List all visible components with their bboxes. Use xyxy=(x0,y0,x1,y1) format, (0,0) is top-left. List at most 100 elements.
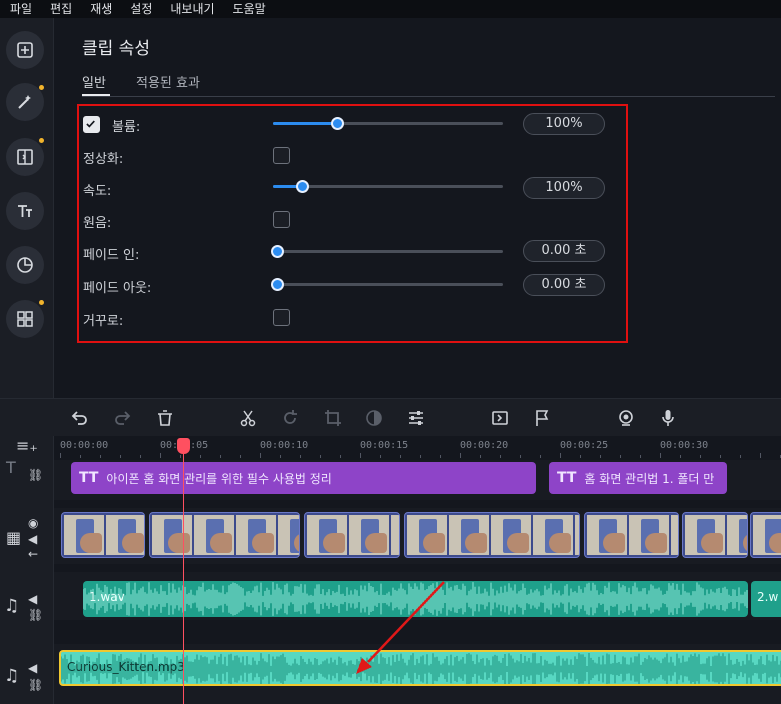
transitions-button[interactable] xyxy=(6,138,44,176)
fade-out-value[interactable]: 0.00 초 xyxy=(523,274,605,296)
ruler-tick xyxy=(360,453,361,458)
ruler-tick xyxy=(80,455,81,458)
fade-in-slider[interactable] xyxy=(271,245,503,258)
original-audio-checkbox[interactable] xyxy=(273,211,290,228)
fade-out-slider-knob[interactable] xyxy=(271,278,284,291)
normalize-checkbox[interactable] xyxy=(273,147,290,164)
ruler-tick xyxy=(480,455,481,458)
video-thumbnail xyxy=(152,515,192,555)
fade-in-value[interactable]: 0.00 초 xyxy=(523,240,605,262)
video-thumbnail xyxy=(727,515,747,555)
webcam-button[interactable] xyxy=(616,408,636,428)
ruler-tick xyxy=(140,455,141,458)
color-adjust-button[interactable] xyxy=(364,408,384,428)
video-thumbnail xyxy=(587,515,627,555)
volume-slider[interactable] xyxy=(273,117,503,130)
menu-settings[interactable]: 설정 xyxy=(130,0,152,18)
filters-button[interactable] xyxy=(6,83,44,121)
stickers-button[interactable] xyxy=(6,246,44,284)
video-clip[interactable] xyxy=(304,512,400,558)
ruler-tick xyxy=(700,455,701,458)
speed-slider-knob[interactable] xyxy=(296,180,309,193)
video-clip[interactable] xyxy=(149,512,300,558)
insert-button[interactable] xyxy=(490,408,510,428)
link-off-icon[interactable]: ⛓ xyxy=(28,608,43,622)
video-clip[interactable] xyxy=(404,512,580,558)
voiceover-button[interactable] xyxy=(658,408,678,428)
more-tools-button[interactable] xyxy=(6,300,44,338)
marker-button[interactable] xyxy=(532,408,552,428)
reverse-checkbox[interactable] xyxy=(273,309,290,326)
fade-out-slider[interactable] xyxy=(271,278,503,291)
ruler-tick xyxy=(660,453,661,458)
track-headers: ≡₊ T ⛓ ◉ ▦ ◀ ← ♫ ◀ ⛓ ♫ ◀ ⛓ xyxy=(0,436,54,704)
video-clip[interactable] xyxy=(682,512,748,558)
menu-edit[interactable]: 편집 xyxy=(50,0,72,18)
video-thumbnail xyxy=(278,515,299,555)
ruler-time-label: 00:00:00 xyxy=(60,440,109,451)
add-file-icon xyxy=(17,42,33,58)
volume-icon[interactable]: ◀ xyxy=(28,661,37,675)
title-clip-icon: TT xyxy=(79,470,99,486)
title-clip[interactable]: TT 아이폰 홈 화면 관리를 위한 필수 사용법 정리 xyxy=(71,462,536,494)
fade-in-slider-knob[interactable] xyxy=(271,245,284,258)
menu-help[interactable]: 도움말 xyxy=(233,0,266,18)
fade-in-label: 페이드 인: xyxy=(83,248,140,263)
rotate-button[interactable] xyxy=(280,408,300,428)
music-clip[interactable]: Curious_Kitten.mp3 xyxy=(59,650,781,686)
video-clip[interactable] xyxy=(750,512,781,558)
menu-file[interactable]: 파일 xyxy=(10,0,32,18)
crop-button[interactable] xyxy=(323,408,343,428)
tool-sidebar xyxy=(0,18,54,398)
speed-value[interactable]: 100% xyxy=(523,177,605,199)
speed-slider[interactable] xyxy=(273,180,503,193)
volume-checkbox[interactable] xyxy=(83,116,100,133)
visibility-icon[interactable]: ◉ xyxy=(28,516,38,530)
link-off-icon[interactable]: ⛓ xyxy=(28,678,43,692)
clip-properties-button[interactable] xyxy=(406,408,426,428)
playhead-handle[interactable] xyxy=(177,438,190,454)
video-clip[interactable] xyxy=(61,512,145,558)
music-note-icon: ♫ xyxy=(4,666,20,686)
microphone-icon xyxy=(662,410,674,426)
add-track-icon[interactable]: ≡₊ xyxy=(16,436,38,455)
audio-clip[interactable]: 2.w xyxy=(751,581,781,617)
menu-export[interactable]: 내보내기 xyxy=(170,0,214,18)
ruler-time-label: 00:00:10 xyxy=(260,440,309,451)
grid-icon xyxy=(17,311,33,327)
volume-slider-knob[interactable] xyxy=(331,117,344,130)
undo-button[interactable] xyxy=(70,408,90,428)
link-off-icon[interactable]: ⛓ xyxy=(28,468,43,482)
menu-playback[interactable]: 재생 xyxy=(90,0,112,18)
video-track-icon: ▦ xyxy=(6,528,22,547)
ruler-tick xyxy=(760,453,761,458)
redo-button[interactable] xyxy=(112,408,132,428)
volume-value[interactable]: 100% xyxy=(523,113,605,135)
tabs-divider xyxy=(82,96,775,97)
title-clip[interactable]: TT 홈 화면 관리법 1. 폴더 만 xyxy=(549,462,727,494)
undo-icon xyxy=(71,411,87,425)
titles-button[interactable] xyxy=(6,192,44,230)
video-thumbnail xyxy=(671,515,678,555)
ruler-tick xyxy=(60,453,61,458)
delete-button[interactable] xyxy=(155,408,175,428)
trash-icon xyxy=(158,410,172,426)
notification-dot xyxy=(39,300,44,305)
cut-button[interactable] xyxy=(238,408,258,428)
crop-icon xyxy=(325,410,341,426)
app-window: 파일 편집 재생 설정 내보내기 도움말 클립 속성 일반 적용된 효과 볼륨:… xyxy=(0,0,781,704)
time-ruler[interactable]: 00:00:0000:00:0500:00:1000:00:1500:00:20… xyxy=(54,436,781,458)
ruler-tick xyxy=(600,455,601,458)
video-thumbnail xyxy=(106,515,144,555)
timeline[interactable]: ≡₊ T ⛓ ◉ ▦ ◀ ← ♫ ◀ ⛓ ♫ ◀ ⛓ 00:00:00 00:00… xyxy=(0,436,781,704)
playhead-line[interactable] xyxy=(183,446,184,704)
ruler-tick xyxy=(300,455,301,458)
video-clip[interactable] xyxy=(584,512,679,558)
tab-general[interactable]: 일반 xyxy=(82,72,106,91)
tab-applied-effects[interactable]: 적용된 효과 xyxy=(136,72,200,91)
import-button[interactable] xyxy=(6,31,44,69)
volume-icon[interactable]: ◀ xyxy=(28,592,37,606)
ruler-tick xyxy=(240,455,241,458)
link-icon[interactable]: ← xyxy=(28,547,38,561)
volume-icon[interactable]: ◀ xyxy=(28,532,37,546)
